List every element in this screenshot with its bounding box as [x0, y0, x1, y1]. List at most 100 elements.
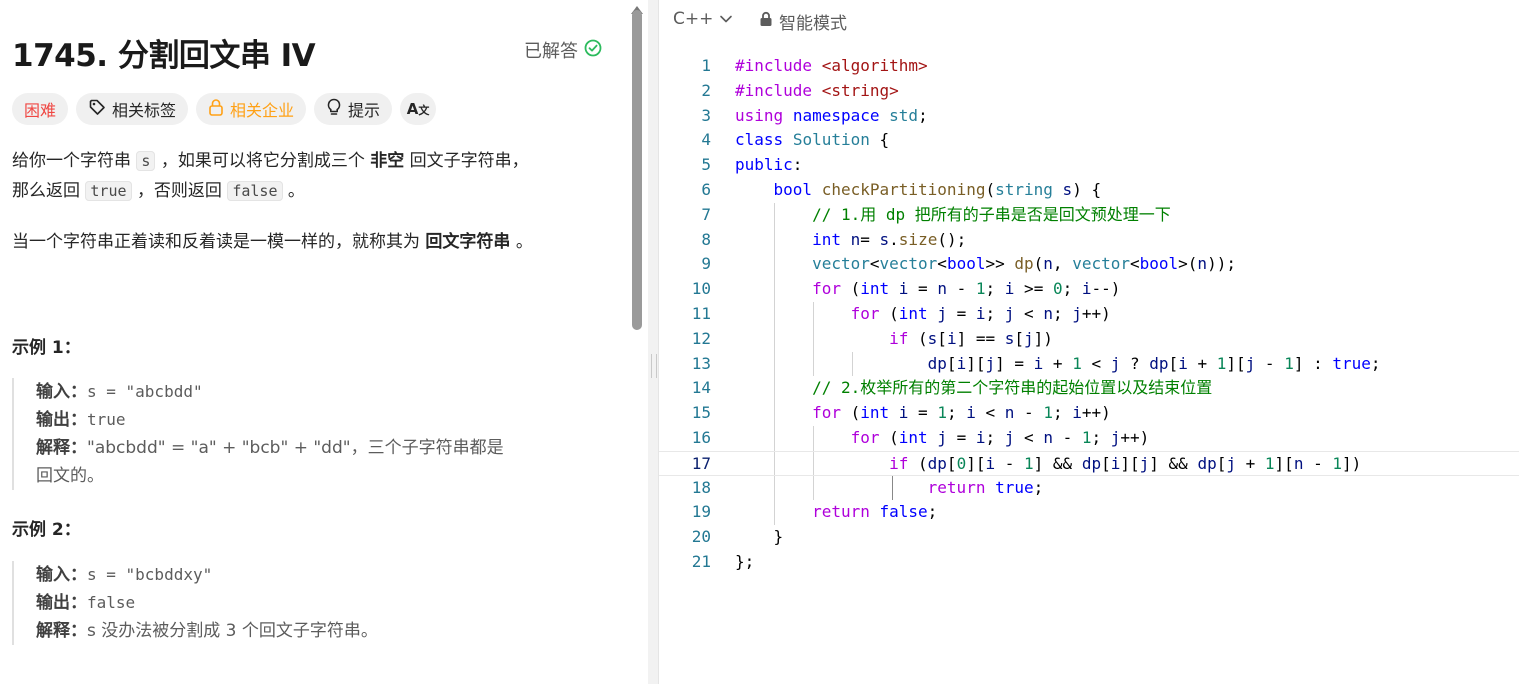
related-companies-label: 相关企业 [230, 101, 295, 120]
example-2-block: 输入：s = "bcbddxy" 输出：false 解释：s 没办法被分割成 3… [12, 561, 606, 645]
line-number: 17 [691, 453, 711, 473]
code-line: 4 class Solution { [659, 128, 1519, 153]
hint-button[interactable]: 提示 [314, 93, 393, 125]
translate-icon: A文 [406, 100, 430, 118]
solved-label: 已解答 [524, 41, 578, 62]
inline-code-false: false [227, 181, 283, 201]
line-number: 1 [701, 56, 711, 75]
desc-text: 那么返回 [12, 181, 80, 201]
example-explain-cont: 回文的。 [36, 466, 104, 486]
description-paragraph-1: 给你一个字符串 s ，如果可以将它分割成三个 非空 回文子字符串， 那么返回 t… [12, 146, 612, 206]
example-2-title: 示例 2： [12, 520, 81, 540]
editor-toolbar: C++ 智能模式 [659, 0, 1519, 42]
desc-bold: 回文字符串 [425, 232, 511, 252]
code-area[interactable]: 1 #include <algorithm> 2 #include <string>… [659, 54, 1519, 575]
line-number: 5 [701, 155, 711, 175]
line-number: 18 [691, 477, 711, 497]
line-number: 19 [691, 502, 711, 522]
translate-button[interactable]: A文 [400, 93, 437, 125]
lock-icon [208, 98, 224, 120]
solved-status: 已解答 [524, 37, 602, 63]
desc-text: ，否则返回 [136, 181, 222, 201]
example-input: s = "bcbddxy" [87, 565, 213, 584]
example-explain: "abcbdd" = "a" + "bcb" + "dd"，三个子字符串都是 [87, 438, 504, 458]
output-label: 输出： [36, 410, 87, 430]
output-label: 输出： [36, 593, 87, 613]
example-1-title: 示例 1： [12, 338, 81, 358]
code-line: 8 int n= s.size(); [659, 227, 1519, 253]
code-editor-panel: C++ 智能模式 1 #include <algorithm> 2 #include… [658, 0, 1519, 684]
explain-label: 解释： [36, 438, 87, 458]
input-label: 输入： [36, 565, 87, 585]
desc-text: 给你一个字符串 [12, 151, 131, 171]
code-line: 15 for (int i = 1; i < n - 1; i++) [659, 401, 1519, 426]
desc-bold: 非空 [370, 151, 405, 171]
code-line: 7 // 1.用 dp 把所有的子串是否是回文预处理一下 [659, 202, 1519, 228]
line-number: 9 [701, 254, 711, 274]
line-number: 20 [691, 527, 711, 547]
code-line: 9 vector<vector<bool>> dp(n, vector<bool… [659, 252, 1519, 278]
example-input: s = "abcbdd" [87, 382, 203, 401]
explain-label: 解释： [36, 621, 87, 641]
code-line: 16 for (int j = i; j < n - 1; j++) [659, 425, 1519, 451]
line-number: 11 [691, 303, 711, 323]
desc-text: 。 [287, 181, 305, 201]
chevron-down-icon [719, 9, 733, 29]
related-companies-button[interactable]: 相关企业 [196, 93, 307, 125]
example-output: true [87, 410, 126, 429]
hint-label: 提示 [348, 101, 381, 120]
example-explain: s 没办法被分割成 3 个回文子字符串。 [87, 621, 378, 641]
code-line: 1 #include <algorithm> [659, 54, 1519, 79]
line-number: 13 [691, 353, 711, 373]
inline-code-s: s [136, 151, 156, 171]
line-number: 12 [691, 328, 711, 348]
line-number: 21 [691, 551, 711, 571]
related-tags-button[interactable]: 相关标签 [76, 93, 189, 125]
line-number: 8 [701, 229, 711, 249]
code-line: 10 for (int i = n - 1; i >= 0; i--) [659, 277, 1519, 302]
desc-text: 回文子字符串， [409, 151, 529, 171]
splitter-grip-icon[interactable] [651, 354, 657, 378]
code-line: 14 // 2.枚举所有的第二个字符串的起始位置以及结束位置 [659, 376, 1519, 402]
lightbulb-icon [326, 98, 342, 120]
example-1-block: 输入：s = "abcbdd" 输出：true 解释："abcbdd" = "a… [12, 378, 606, 490]
example-output: false [87, 593, 136, 612]
code-line: 20 } [659, 525, 1519, 550]
input-label: 输入： [36, 382, 87, 402]
line-number: 10 [691, 279, 711, 299]
code-line: 3 using namespace std; [659, 104, 1519, 129]
line-number: 4 [701, 130, 711, 150]
problem-panel: 1745. 分割回文串 IV 已解答 困难 相关标签 相关企业 提示 A文 给你… [0, 0, 627, 684]
problem-title: 1745. 分割回文串 IV [12, 38, 316, 74]
panel-splitter[interactable] [648, 0, 658, 684]
inline-code-true: true [85, 181, 132, 201]
mode-label: 智能模式 [779, 14, 847, 34]
line-number: 16 [691, 427, 711, 447]
line-number: 3 [701, 105, 711, 125]
problem-scrollbar[interactable] [632, 10, 642, 330]
code-line: 12 if (s[i] == s[j]) [659, 326, 1519, 352]
code-line: 21}; [659, 550, 1519, 575]
line-number: 6 [701, 179, 711, 199]
check-circle-icon [584, 39, 602, 62]
line-number: 15 [691, 403, 711, 423]
language-select[interactable]: C++ [673, 9, 733, 29]
code-line: 5 public: [659, 153, 1519, 178]
code-line: 18 return true; [659, 475, 1519, 501]
code-line: 2 #include <string> [659, 79, 1519, 104]
code-line-current: 17 if (dp[0][i - 1] && dp[i][j] && dp[j … [659, 450, 1519, 476]
tag-row: 困难 相关标签 相关企业 提示 A文 [12, 93, 437, 125]
smart-mode-toggle[interactable]: 智能模式 [759, 9, 847, 34]
tag-icon [88, 98, 106, 120]
line-number: 14 [691, 378, 711, 398]
related-tags-label: 相关标签 [112, 101, 177, 120]
line-number: 7 [701, 204, 711, 224]
desc-text: 当一个字符串正着读和反着读是一模一样的，就称其为 [12, 232, 420, 252]
code-line: 11 for (int j = i; j < n; j++) [659, 301, 1519, 327]
code-line: 6 bool checkPartitioning(string s) { [659, 178, 1519, 203]
desc-text: 。 [515, 232, 533, 252]
code-line: 19 return false; [659, 500, 1519, 526]
line-number: 2 [701, 80, 711, 100]
description-paragraph-2: 当一个字符串正着读和反着读是一模一样的，就称其为 回文字符串 。 [12, 227, 612, 257]
desc-text: ，如果可以将它分割成三个 [160, 151, 365, 171]
